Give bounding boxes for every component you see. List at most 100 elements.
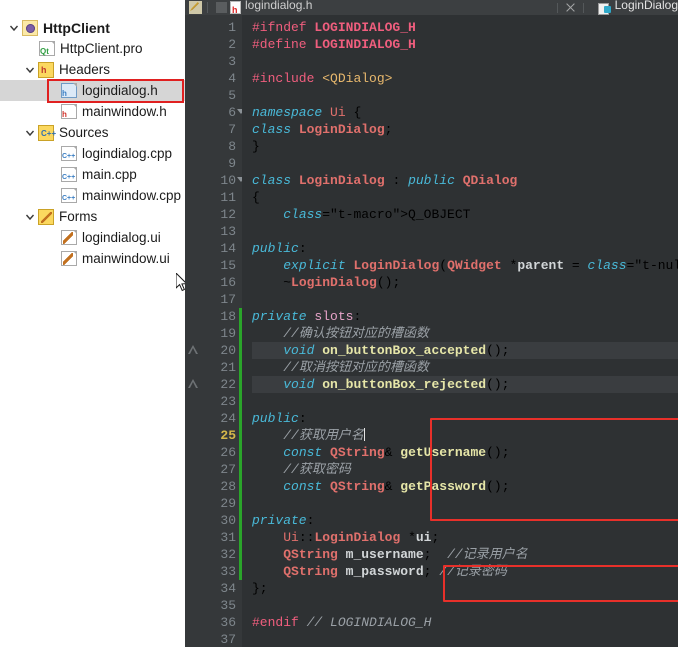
code-line[interactable]: class LoginDialog; [252, 121, 678, 138]
line-number: 11 [220, 190, 236, 205]
qt-pro-file-icon: Qt [39, 41, 55, 56]
code-line[interactable]: Ui::LoginDialog *ui; [252, 529, 678, 546]
code-line[interactable]: #ifndef LOGINDIALOG_H [252, 19, 678, 36]
code-line[interactable]: private slots: [252, 308, 678, 325]
tree-item-logindialog-h[interactable]: h logindialog.h [0, 80, 185, 101]
project-tree-sidebar[interactable]: HttpClient Qt HttpClient.pro h Headers h login… [0, 15, 185, 647]
tree-item-httpclient[interactable]: HttpClient [0, 17, 185, 38]
line-number: 26 [220, 445, 236, 460]
code-line[interactable]: const QString& getUsername(); [252, 444, 678, 461]
code-line[interactable]: //确认按钮对应的槽函数 [252, 325, 678, 342]
cpp-file-icon: C++ [61, 188, 77, 203]
line-number: 2 [228, 37, 236, 52]
tree-item-label: Sources [59, 125, 109, 140]
headers-folder-icon: h [38, 61, 54, 78]
code-line[interactable] [252, 393, 678, 410]
editor-marker-column[interactable] [185, 15, 202, 647]
code-line[interactable]: class LoginDialog : public QDialog [252, 172, 678, 189]
ui-file-icon [61, 230, 77, 245]
code-line[interactable]: //获取用户名 [252, 427, 678, 444]
tab-strip: logindialog.h LoginDialog [185, 0, 678, 15]
mouse-cursor [176, 273, 185, 292]
tree-item-label: mainwindow.cpp [82, 188, 182, 203]
class-symbol-icon [597, 2, 611, 15]
tree-item-logindialog-ui[interactable]: logindialog.ui [0, 227, 185, 248]
line-number: 34 [220, 581, 236, 596]
window-body: HttpClient Qt HttpClient.pro h Headers h login… [0, 15, 678, 647]
code-line[interactable]: explicit LoginDialog(QWidget *parent = c… [252, 257, 678, 274]
code-line[interactable]: { [252, 189, 678, 206]
code-line[interactable] [252, 495, 678, 512]
divider [582, 2, 584, 13]
warning-icon[interactable] [188, 345, 198, 354]
code-line[interactable]: ~LoginDialog(); [252, 274, 678, 291]
tree-item-label: HttpClient [43, 19, 110, 36]
code-line[interactable]: public: [252, 410, 678, 427]
code-line[interactable]: public: [252, 240, 678, 257]
chevron-down-icon[interactable] [22, 65, 38, 75]
line-number: 30 [220, 513, 236, 528]
code-line[interactable] [252, 53, 678, 70]
code-line[interactable] [252, 631, 678, 647]
code-line[interactable]: } [252, 138, 678, 155]
code-line[interactable]: private: [252, 512, 678, 529]
code-line[interactable]: #endif // LOGINDIALOG_H [252, 614, 678, 631]
code-editor[interactable]: 1 2 3 4 5 6 7 8 9 10 11 12 13 14 15 16 17 18 19 20 21 22 23 24 2… [185, 15, 678, 647]
tree-item-forms[interactable]: Forms [0, 206, 185, 227]
code-line[interactable] [252, 87, 678, 104]
code-line[interactable]: }; [252, 580, 678, 597]
code-line[interactable]: //取消按钮对应的槽函数 [252, 359, 678, 376]
code-line[interactable] [252, 597, 678, 614]
tree-item-label: mainwindow.h [82, 104, 167, 119]
tree-item-sources[interactable]: C++ Sources [0, 122, 185, 143]
text-caret [363, 428, 365, 441]
code-line[interactable]: //获取密码 [252, 461, 678, 478]
tree-item-main-cpp[interactable]: C++ main.cpp [0, 164, 185, 185]
line-number: 17 [220, 292, 236, 307]
code-line[interactable]: const QString& getPassword(); [252, 478, 678, 495]
close-icon[interactable] [564, 1, 577, 14]
code-text-area[interactable]: #ifndef LOGINDIALOG_H #define LOGINDIALOG… [242, 15, 678, 647]
warning-icon[interactable] [188, 379, 198, 388]
line-number: 24 [220, 411, 236, 426]
code-line[interactable]: QString m_username; //记录用户名 [252, 546, 678, 563]
line-number: 32 [220, 547, 236, 562]
ui-file-icon [61, 251, 77, 266]
code-line[interactable]: #include <QDialog> [252, 70, 678, 87]
tree-item-headers[interactable]: h Headers [0, 59, 185, 80]
code-line[interactable] [252, 291, 678, 308]
line-number: 15 [220, 258, 236, 273]
tree-item-logindialog-cpp[interactable]: C++ logindialog.cpp [0, 143, 185, 164]
tree-item-mainwindow-h[interactable]: h mainwindow.h [0, 101, 185, 122]
tree-item-label: logindialog.cpp [82, 146, 173, 161]
code-line[interactable]: class="t-macro">Q_OBJECT [252, 206, 678, 223]
symbol-selector-label[interactable]: LoginDialog [615, 0, 678, 12]
chevron-down-icon[interactable] [6, 23, 22, 33]
chevron-down-icon[interactable] [22, 128, 38, 138]
line-number: 23 [220, 394, 236, 409]
line-number: 18 [220, 309, 236, 324]
line-number: 6 [202, 104, 245, 121]
active-tab-label[interactable]: logindialog.h [245, 0, 312, 12]
code-line[interactable]: void on_buttonBox_rejected(); [252, 376, 678, 393]
tree-item-mainwindow-cpp[interactable]: C++ mainwindow.cpp [0, 185, 185, 206]
tree-item-mainwindow-ui[interactable]: mainwindow.ui [0, 248, 185, 269]
tree-item-label: Headers [59, 62, 111, 77]
line-number: 36 [220, 615, 236, 630]
split-icon[interactable] [216, 2, 227, 13]
line-number: 35 [220, 598, 236, 613]
code-line[interactable]: #define LOGINDIALOG_H [252, 36, 678, 53]
line-number: 16 [220, 275, 236, 290]
code-line[interactable] [252, 155, 678, 172]
line-number: 14 [220, 241, 236, 256]
code-line[interactable]: void on_buttonBox_accepted(); [252, 342, 678, 359]
tree-item-label: Forms [59, 209, 98, 224]
tree-item-httpclient-pro[interactable]: Qt HttpClient.pro [0, 38, 185, 59]
chevron-down-icon[interactable] [22, 212, 38, 222]
code-line[interactable] [252, 223, 678, 240]
code-line[interactable]: QString m_password; //记录密码 [252, 563, 678, 580]
cpp-file-icon: C++ [61, 167, 77, 182]
code-line[interactable]: namespace Ui { [252, 104, 678, 121]
pencil-icon [189, 1, 202, 14]
line-number: 31 [220, 530, 236, 545]
